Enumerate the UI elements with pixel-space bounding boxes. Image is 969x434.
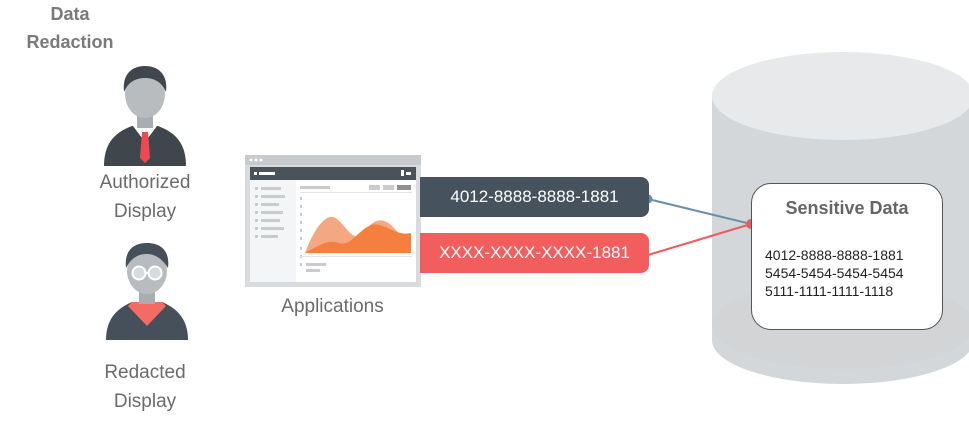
- sensitive-data-title: Sensitive Data: [785, 198, 909, 218]
- sensitive-data-box: Sensitive Data 4012-8888-8888-1881 5454-…: [751, 183, 943, 330]
- sensitive-data-row: 4012-8888-8888-1881: [765, 247, 904, 263]
- redacted-display-label: Redacted Display: [104, 362, 186, 412]
- businessman-icon: [104, 66, 186, 166]
- sensitive-data-row: 5454-5454-5454-5454: [765, 265, 904, 281]
- authorized-value-tag: 4012-8888-8888-1881: [420, 177, 649, 217]
- person-with-glasses-icon: [106, 243, 188, 340]
- dashboard-window-icon: [245, 155, 421, 287]
- redacted-value-tag: XXXX-XXXX-XXXX-1881: [420, 233, 649, 273]
- sensitive-data-list: 4012-8888-8888-1881 5454-5454-5454-5454 …: [765, 246, 904, 300]
- applications-label: Applications: [281, 296, 384, 317]
- sensitive-data-row: 5111-1111-1111-1118: [765, 283, 894, 299]
- authorized-display-label: Authorized Display: [99, 172, 191, 222]
